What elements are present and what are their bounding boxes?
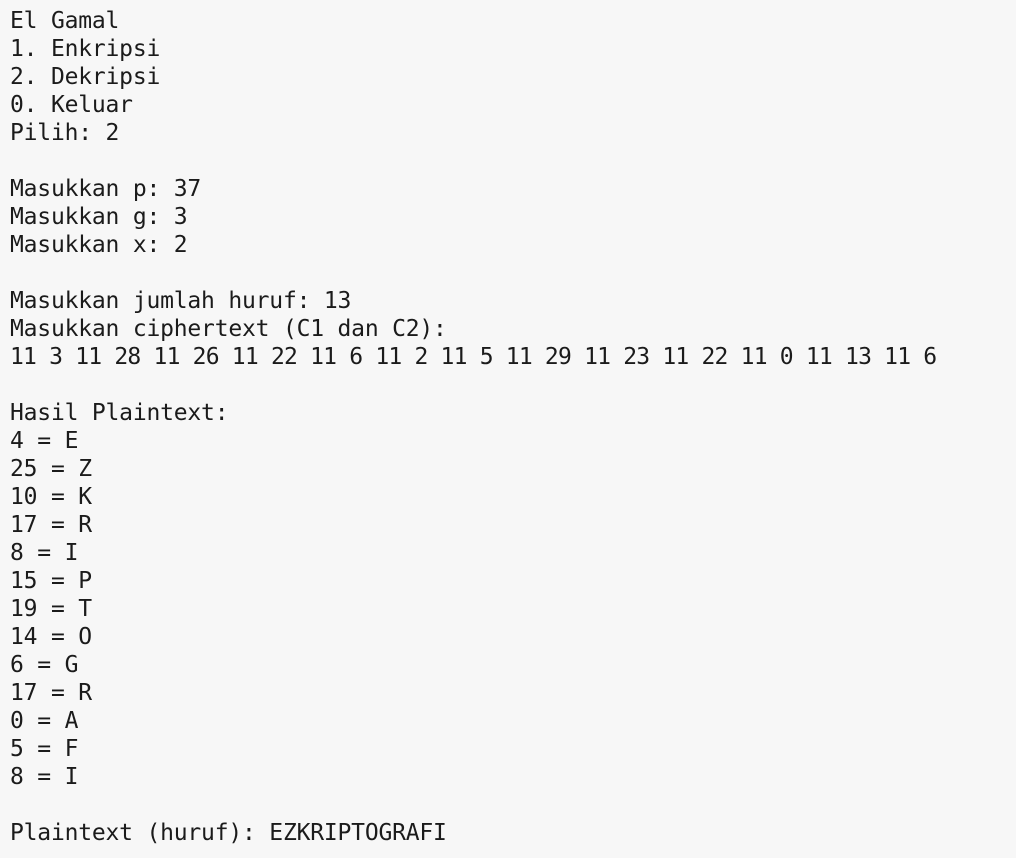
plaintext-row: 19 = T [10, 596, 92, 622]
input-g-line: Masukkan g: 3 [10, 204, 188, 230]
terminal-output: El Gamal 1. Enkripsi 2. Dekripsi 0. Kelu… [10, 7, 1014, 847]
plaintext-row: 17 = R [10, 512, 92, 538]
plaintext-row: 8 = I [10, 540, 79, 566]
menu-option-encrypt: 1. Enkripsi [10, 36, 161, 62]
plaintext-row: 14 = O [10, 624, 92, 650]
plaintext-row: 10 = K [10, 484, 92, 510]
plaintext-row: 6 = G [10, 652, 79, 678]
program-title: El Gamal [10, 8, 120, 34]
input-p-line: Masukkan p: 37 [10, 176, 202, 202]
menu-choice-line: Pilih: 2 [10, 120, 120, 146]
menu-option-exit: 0. Keluar [10, 92, 133, 118]
plaintext-row: 25 = Z [10, 456, 92, 482]
plaintext-result-title: Hasil Plaintext: [10, 400, 229, 426]
plaintext-row: 0 = A [10, 708, 79, 734]
plaintext-row: 17 = R [10, 680, 92, 706]
input-x-line: Masukkan x: 2 [10, 232, 188, 258]
letter-count-line: Masukkan jumlah huruf: 13 [10, 288, 352, 314]
menu-option-decrypt: 2. Dekripsi [10, 64, 161, 90]
plaintext-row: 15 = P [10, 568, 92, 594]
ciphertext-prompt: Masukkan ciphertext (C1 dan C2): [10, 316, 447, 342]
plaintext-summary: Plaintext (huruf): EZKRIPTOGRAFI [10, 820, 447, 846]
plaintext-row: 8 = I [10, 764, 79, 790]
plaintext-row: 4 = E [10, 428, 79, 454]
ciphertext-values: 11 3 11 28 11 26 11 22 11 6 11 2 11 5 11… [10, 344, 937, 370]
plaintext-row: 5 = F [10, 736, 79, 762]
